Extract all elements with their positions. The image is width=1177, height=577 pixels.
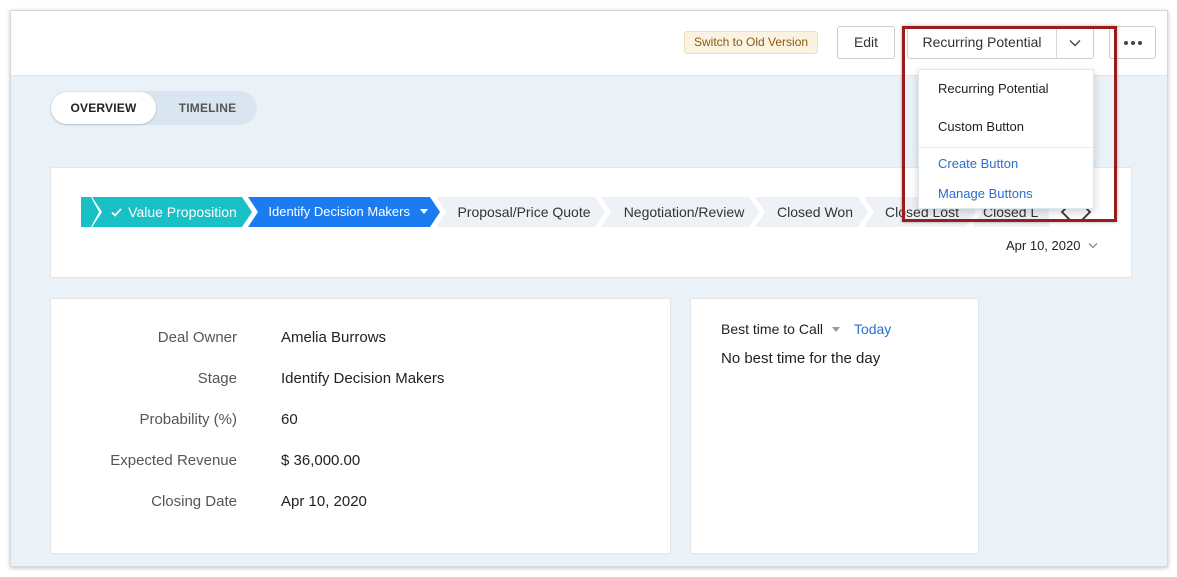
switch-old-version-button[interactable]: Switch to Old Version (684, 31, 819, 54)
field-label-deal-owner: Deal Owner (157, 329, 237, 346)
best-time-status: No best time for the day (721, 350, 881, 367)
today-link[interactable]: Today (854, 321, 891, 337)
field-value-deal-owner[interactable]: Amelia Burrows (281, 329, 386, 346)
caret-down-icon (831, 327, 840, 332)
annotation-highlight-box (902, 26, 1117, 222)
caret-down-icon (419, 209, 428, 214)
view-toggle: OVERVIEW TIMELINE (50, 91, 257, 125)
more-icon-dot (1137, 40, 1142, 45)
field-value-stage[interactable]: Identify Decision Makers (281, 370, 444, 387)
chevron-down-icon (1088, 243, 1098, 249)
deal-details-card: Deal Owner Amelia Burrows Stage Identify… (50, 298, 671, 554)
best-time-card: Best time to Call Today No best time for… (690, 298, 979, 554)
tab-timeline[interactable]: TIMELINE (160, 92, 255, 124)
best-time-prefix: Best time to (721, 321, 795, 337)
stage-date: Apr 10, 2020 (1006, 238, 1081, 253)
check-icon (111, 208, 122, 217)
field-value-probability[interactable]: 60 (281, 411, 298, 428)
stage-label: Identify Decision Makers (268, 204, 410, 219)
stage-proposal-price-quote[interactable]: Proposal/Price Quote (449, 197, 599, 227)
field-value-closing-date[interactable]: Apr 10, 2020 (281, 493, 367, 510)
field-label-stage: Stage (197, 370, 237, 387)
edit-button[interactable]: Edit (837, 26, 895, 59)
stage-date-selector[interactable]: Apr 10, 2020 (1006, 238, 1098, 253)
deal-detail-page: Switch to Old Version Edit Recurring Pot… (10, 10, 1168, 567)
best-time-mode-select[interactable]: Call (799, 321, 840, 337)
stage-label: Value Proposition (128, 204, 237, 220)
field-label-closing-date: Closing Date (151, 493, 237, 510)
best-time-header: Best time to Call Today (721, 321, 891, 337)
stage-identify-decision-makers[interactable]: Identify Decision Makers (263, 197, 433, 227)
field-value-expected-revenue[interactable]: $ 36,000.00 (281, 452, 360, 469)
field-label-probability: Probability (%) (139, 411, 237, 428)
more-icon (1123, 40, 1128, 45)
more-icon-dot (1130, 40, 1135, 45)
stage-closed-won[interactable]: Closed Won (767, 197, 863, 227)
stage-value-proposition[interactable]: Value Proposition (107, 197, 241, 227)
tab-overview[interactable]: OVERVIEW (51, 92, 156, 124)
stage-negotiation-review[interactable]: Negotiation/Review (614, 197, 754, 227)
field-label-expected-revenue: Expected Revenue (110, 452, 237, 469)
best-time-mode: Call (798, 321, 824, 337)
